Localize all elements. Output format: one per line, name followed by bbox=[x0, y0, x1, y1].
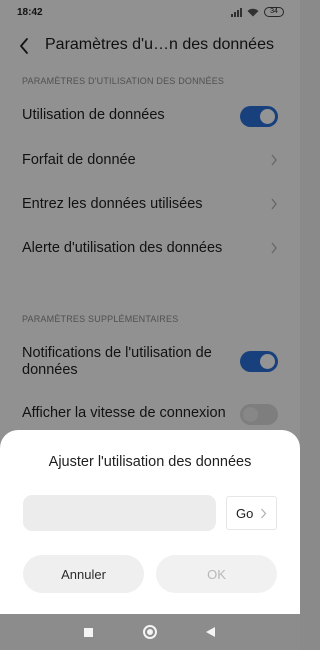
adjust-usage-dialog: Ajuster l'utilisation des données Go Ann… bbox=[0, 430, 300, 614]
back-triangle-icon[interactable] bbox=[206, 627, 215, 637]
ok-button[interactable]: OK bbox=[156, 555, 277, 593]
usage-amount-input[interactable] bbox=[23, 495, 216, 531]
go-label: Go bbox=[236, 505, 254, 521]
home-icon[interactable] bbox=[143, 625, 157, 639]
go-button[interactable]: Go bbox=[226, 496, 277, 530]
dialog-title: Ajuster l'utilisation des données bbox=[48, 454, 252, 470]
recents-icon[interactable] bbox=[84, 628, 93, 637]
cancel-button[interactable]: Annuler bbox=[23, 555, 144, 593]
navigation-bar bbox=[0, 614, 300, 650]
chevron-right-icon bbox=[261, 508, 267, 519]
